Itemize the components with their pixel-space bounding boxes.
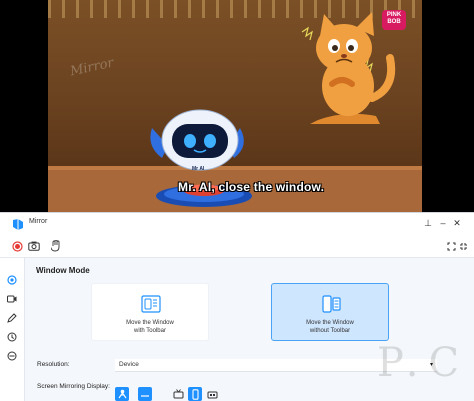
sidebar-item-video[interactable] [6, 293, 18, 305]
sidebar-item-pen[interactable] [6, 312, 18, 324]
app-title: Mirror [29, 218, 48, 225]
window-no-toolbar-icon [322, 295, 341, 313]
app-logo-icon [13, 219, 23, 230]
tv-icon [173, 389, 183, 399]
robot-character: Mr AI [150, 109, 252, 207]
window-toolbar-icon [141, 295, 161, 313]
phone-icon [191, 388, 199, 400]
close-button[interactable]: ✕ [451, 216, 463, 230]
settings-icon [7, 351, 17, 361]
resolution-value: Device [119, 361, 139, 368]
title-bar: Mirror ⊥ – ✕ [0, 213, 474, 233]
display-tv-button[interactable] [171, 387, 185, 401]
cat-character [301, 12, 396, 124]
pin-icon: ⊥ [424, 218, 432, 228]
minimize-button[interactable]: – [437, 216, 449, 230]
minimize-icon: – [440, 218, 446, 228]
exit-fullscreen-button[interactable] [456, 239, 470, 253]
video-icon [7, 295, 17, 303]
display-phone-button[interactable] [188, 387, 202, 401]
pen-icon [7, 313, 17, 323]
record-icon [11, 240, 23, 252]
cartoon-scene: Mirror PINK BOB Mr AI Mr. AI, close the … [48, 0, 422, 212]
pin-button[interactable]: ⊥ [422, 216, 434, 230]
card-label-without-toolbar: Move the Window without Toolbar [306, 320, 354, 334]
sidebar [0, 258, 25, 401]
record-button[interactable] [10, 239, 24, 253]
sidebar-item-history[interactable] [6, 331, 18, 343]
display-tv-small-button[interactable] [205, 387, 219, 401]
landscape-icon [141, 395, 149, 397]
control-button[interactable] [49, 239, 63, 253]
resolution-label: Resolution: [37, 361, 70, 368]
corner-watermark: P.C [377, 340, 470, 386]
main-content: Window Mode Move the Window with Toolbar… [25, 258, 474, 401]
sidebar-item-mirror[interactable] [6, 274, 18, 286]
display-person-button[interactable] [115, 387, 129, 401]
fullscreen-icon [447, 242, 455, 250]
exit-fullscreen-icon [459, 242, 467, 250]
tv-small-icon [207, 391, 217, 399]
window-mode-title: Window Mode [36, 266, 90, 275]
screenshot-button[interactable] [27, 239, 41, 253]
mirror-app-window: Mirror ⊥ – ✕ Window Mode Move the Window… [0, 212, 474, 401]
video-player: Mirror PINK BOB Mr AI Mr. AI, close the … [0, 0, 474, 212]
display-label: Screen Mirroring Display: [37, 383, 110, 390]
window-mode-with-toolbar[interactable]: Move the Window with Toolbar [91, 283, 209, 341]
sidebar-item-settings[interactable] [6, 350, 18, 362]
mirror-icon [7, 275, 17, 285]
person-icon [118, 389, 126, 399]
history-icon [7, 332, 17, 342]
video-subtitle: Mr. AI, close the window. [178, 180, 325, 194]
close-icon: ✕ [453, 218, 461, 228]
display-landscape-button[interactable] [138, 387, 152, 401]
window-mode-without-toolbar[interactable]: Move the Window without Toolbar [271, 283, 389, 341]
hand-icon [51, 240, 60, 252]
toolbar [0, 233, 474, 258]
card-label-with-toolbar: Move the Window with Toolbar [126, 320, 174, 334]
robot-badge: Mr AI [192, 166, 205, 172]
camera-icon [28, 241, 40, 251]
